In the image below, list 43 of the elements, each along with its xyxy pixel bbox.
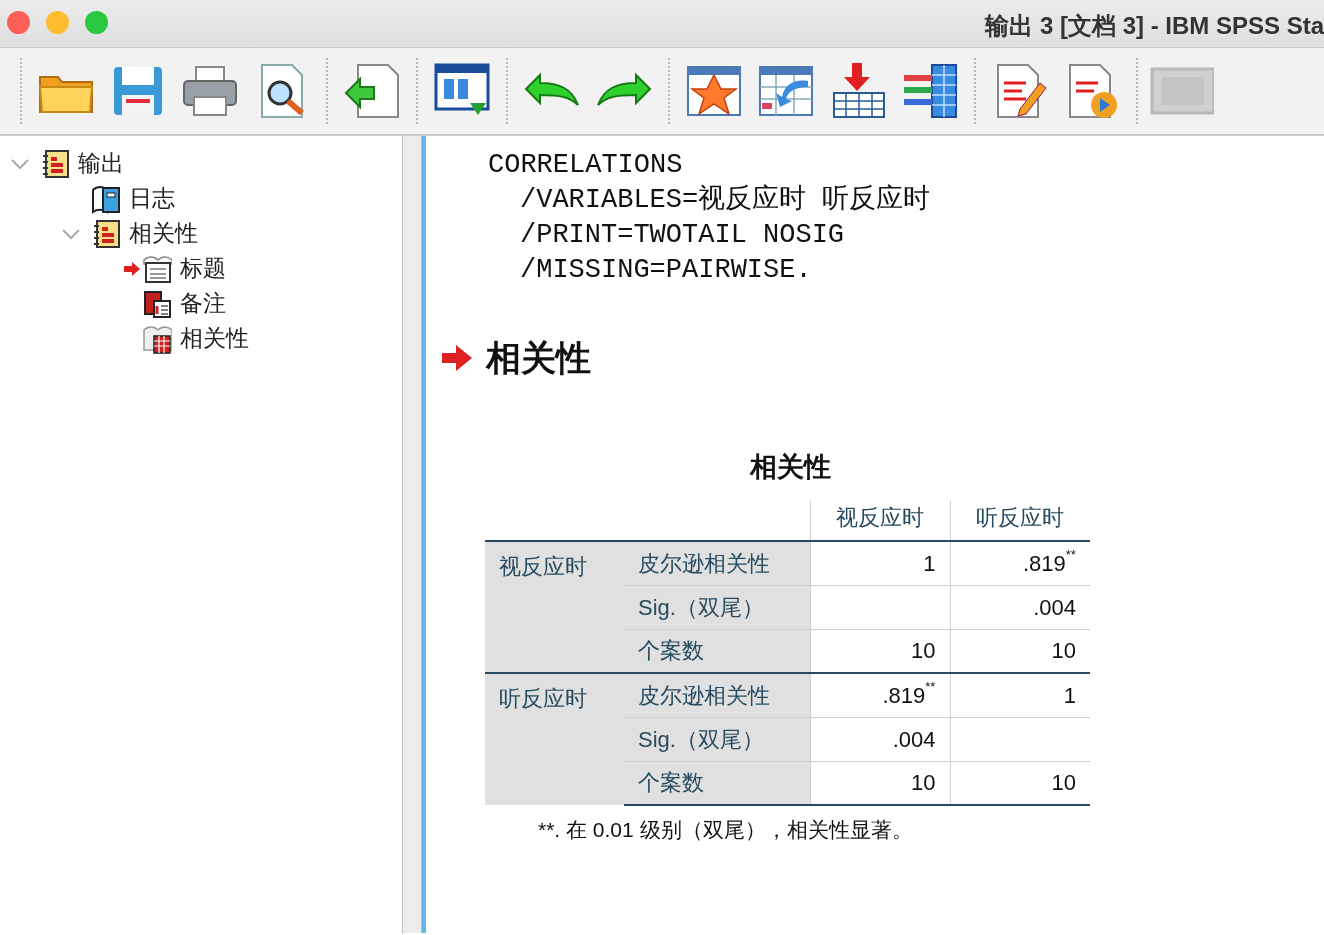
outline-item[interactable]: 相关性	[180, 321, 249, 356]
column-header: 视反应时	[810, 501, 950, 541]
close-button[interactable]	[7, 11, 30, 34]
notebook-icon	[91, 183, 121, 214]
table-cell: .004	[950, 585, 1090, 629]
row-group-label: 听反应时	[485, 673, 624, 805]
info-card-icon	[142, 288, 172, 319]
outline-item[interactable]: 标题	[180, 251, 226, 286]
table-cell: 10	[950, 761, 1090, 805]
table-footnote: **. 在 0.01 级别（双尾），相关性显著。	[538, 817, 914, 843]
table-cell: 10	[810, 761, 950, 805]
table-cell: .004	[810, 717, 950, 761]
row-label: Sig.（双尾）	[624, 585, 810, 629]
row-label: 个案数	[624, 629, 810, 673]
syntax-line: CORRELATIONS	[488, 149, 684, 182]
outline-item[interactable]: 日志	[129, 181, 175, 216]
collapse-chevron-icon[interactable]	[61, 227, 81, 240]
table-cell: .819$^{**}$	[950, 541, 1090, 585]
outline-book-icon	[40, 148, 70, 179]
table-cell: 1	[950, 673, 1090, 717]
table-cell: 10	[950, 629, 1090, 673]
outline-item[interactable]: 输出	[78, 146, 124, 181]
outline-item[interactable]: 备注	[180, 286, 226, 321]
row-label: 皮尔逊相关性	[624, 541, 810, 585]
syntax-line: /PRINT=TWOTAIL NOSIG	[520, 219, 846, 252]
table-cell: 10	[810, 629, 950, 673]
window-title: 输出 3 [文档 3] - IBM SPSS Sta	[985, 11, 1324, 41]
row-group-label: 视反应时	[485, 541, 624, 673]
section-heading: 相关性	[486, 337, 591, 379]
syntax-line: /MISSING=PAIRWISE.	[520, 254, 813, 287]
collapse-chevron-icon[interactable]	[10, 157, 30, 170]
table-book-icon	[142, 323, 172, 354]
column-header: 听反应时	[950, 501, 1090, 541]
outline-item[interactable]: 相关性	[129, 216, 198, 251]
table-cell: 1	[810, 541, 950, 585]
row-label: 皮尔逊相关性	[624, 673, 810, 717]
row-label: Sig.（双尾）	[624, 717, 810, 761]
row-label: 个案数	[624, 761, 810, 805]
syntax-line: /VARIABLES=视反应时 听反应时	[520, 183, 932, 217]
title-page-icon	[142, 253, 172, 284]
table-title: 相关性	[748, 450, 832, 484]
table-cell: .819$^{**}$	[810, 673, 950, 717]
outline-book-icon	[91, 218, 121, 249]
